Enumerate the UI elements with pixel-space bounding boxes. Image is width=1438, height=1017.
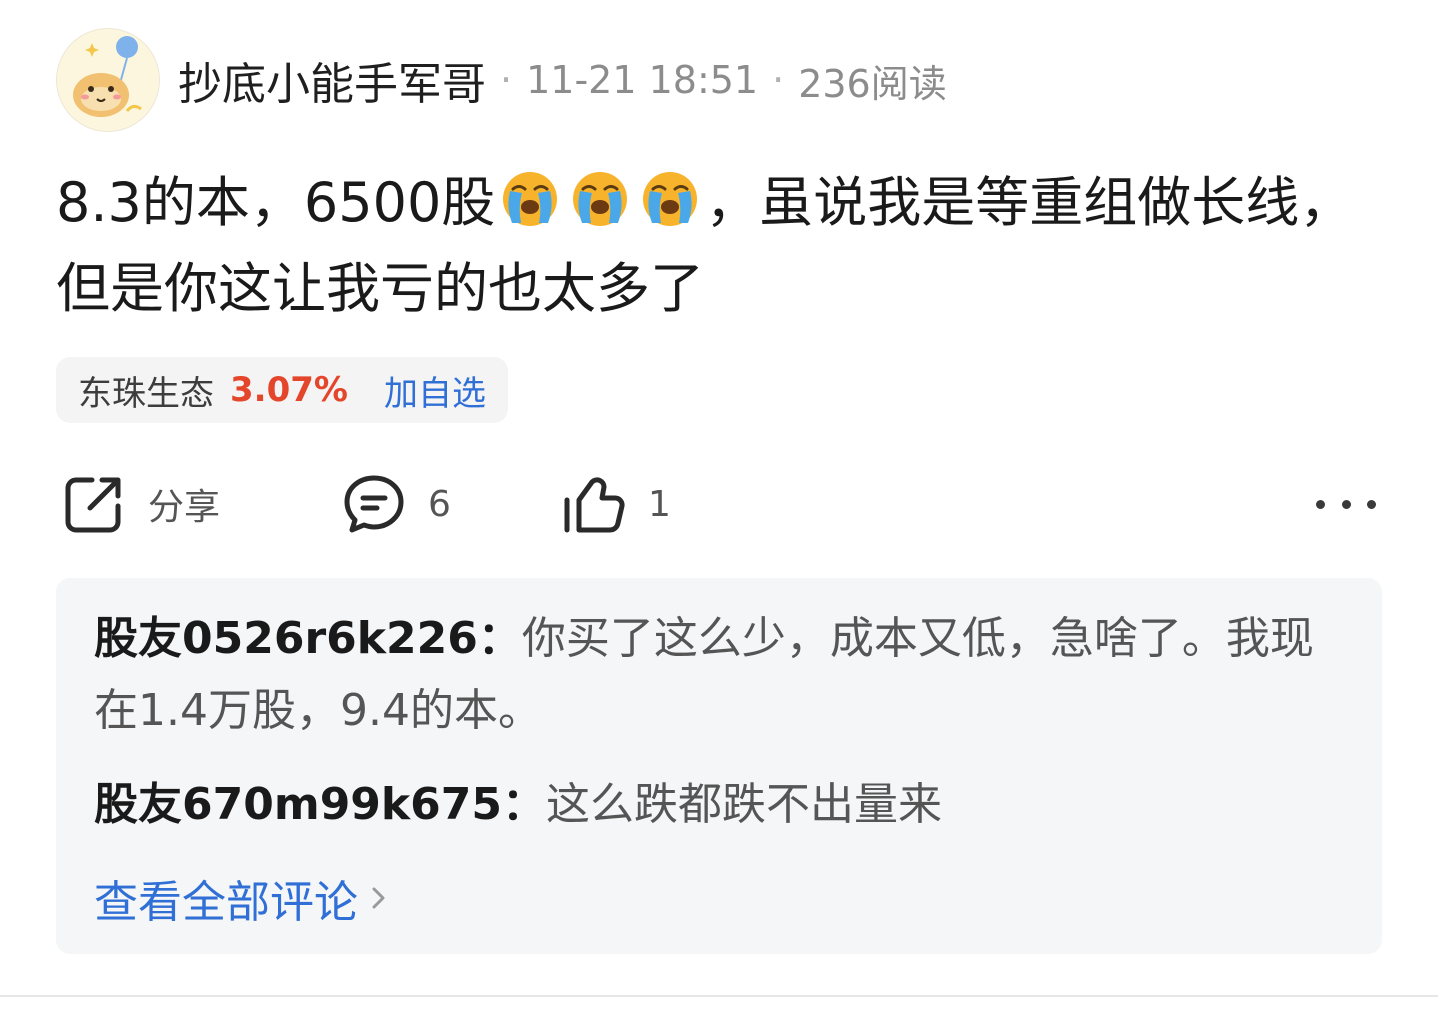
share-label: 分享	[148, 487, 221, 528]
crying-emoji	[643, 172, 698, 226]
like-count: 1	[648, 483, 671, 525]
view-all-label: 查看全部评论	[94, 877, 358, 928]
crying-emoji	[503, 172, 558, 226]
avatar-image	[73, 36, 142, 117]
share-icon	[65, 477, 121, 533]
separator-dot: ·	[500, 58, 513, 102]
comment-text: 这么跌都跌不出量来	[546, 779, 943, 830]
view-all-comments-link[interactable]: 查看全部评论	[94, 866, 390, 930]
read-count: 236阅读	[798, 61, 947, 106]
comment-button[interactable]: 6	[342, 472, 451, 536]
emoji-group	[495, 171, 705, 234]
thumbs-up-icon	[564, 477, 625, 533]
separator-dot: ·	[772, 58, 785, 102]
comment-item[interactable]: 股友670m99k675：这么跌都跌不出量来	[94, 769, 1334, 841]
post-date: 11-21 18:51	[526, 58, 759, 102]
comment-username[interactable]: 股友0526r6k226	[94, 613, 478, 664]
share-button[interactable]: 分享	[62, 472, 220, 536]
comments-preview: 股友0526r6k226：你买了这么少，成本又低，急啥了。我现在1.4万股，9.…	[56, 578, 1382, 954]
add-to-watchlist-button[interactable]: 加自选	[384, 366, 486, 415]
more-dot	[1367, 499, 1376, 509]
chevron-right-icon	[372, 887, 385, 909]
comment-separator: ：	[477, 613, 522, 664]
comment-count: 6	[428, 483, 451, 525]
more-dot	[1316, 499, 1325, 509]
avatar[interactable]	[56, 28, 160, 132]
stock-name[interactable]: 东珠生态	[78, 366, 214, 415]
crying-emoji	[573, 172, 628, 226]
author-name[interactable]: 抄底小能手军哥	[178, 48, 486, 112]
comment-separator: ：	[502, 779, 547, 830]
comment-item[interactable]: 股友0526r6k226：你买了这么少，成本又低，急啥了。我现在1.4万股，9.…	[94, 603, 1334, 747]
more-dot	[1341, 499, 1351, 509]
post-text-part-1: 8.3的本，6500股	[56, 171, 496, 234]
divider	[0, 995, 1438, 997]
post-text[interactable]: 8.3的本，6500股 ，虽说我是等重组做长线，但是你这让我亏的也太多了	[56, 160, 1376, 332]
comment-icon	[344, 475, 404, 533]
post-header: 抄底小能手军哥 · 11-21 18:51 · 236阅读	[178, 50, 947, 110]
more-options-button[interactable]	[1316, 486, 1376, 522]
stock-chip[interactable]: 东珠生态 3.07% 加自选	[56, 357, 508, 423]
comment-username[interactable]: 股友670m99k675	[94, 779, 502, 830]
stock-change: 3.07%	[230, 370, 348, 410]
like-button[interactable]: 1	[562, 472, 671, 536]
